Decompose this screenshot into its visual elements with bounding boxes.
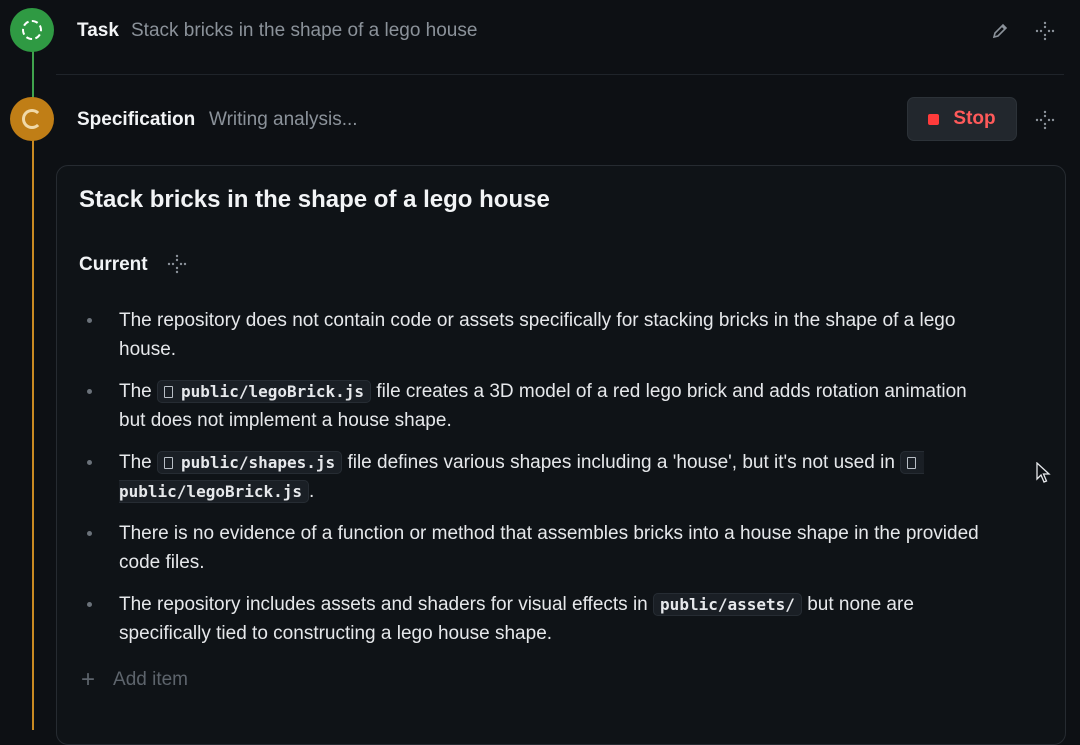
file-path: public/legoBrick.js	[181, 382, 365, 401]
task-complete-icon	[10, 8, 54, 52]
drag-handle-icon[interactable]	[1033, 19, 1057, 43]
current-items-list: The repository does not contain code or …	[79, 306, 979, 661]
task-label: Task	[77, 20, 119, 41]
spec-status: Writing analysis...	[209, 109, 358, 130]
stop-icon	[928, 113, 940, 125]
spec-in-progress-icon	[10, 97, 54, 141]
stop-label: Stop	[953, 108, 996, 129]
item-text: The repository does not contain code or …	[119, 310, 956, 360]
file-reference[interactable]: public/shapes.js	[157, 451, 343, 474]
bullet	[87, 531, 92, 536]
drag-handle-icon[interactable]	[1033, 108, 1057, 132]
file-path: public/shapes.js	[181, 453, 336, 472]
file-path: public/legoBrick.js	[119, 482, 303, 501]
item-text: .	[309, 481, 315, 502]
add-item-button[interactable]: + Add item	[81, 666, 188, 694]
pencil-icon[interactable]	[988, 19, 1012, 43]
spec-label: Specification	[77, 109, 196, 130]
item-text: There is no evidence of a function or me…	[119, 523, 979, 573]
item-text: The	[119, 452, 152, 473]
list-item[interactable]: There is no evidence of a function or me…	[79, 519, 979, 577]
file-icon	[164, 386, 174, 398]
item-text: file defines various shapes including a …	[347, 452, 895, 473]
section-label-current: Current	[79, 254, 148, 275]
list-item[interactable]: The public/shapes.js file defines variou…	[79, 448, 979, 506]
divider	[56, 74, 1064, 75]
file-icon	[164, 457, 174, 469]
file-icon	[907, 457, 917, 469]
file-reference[interactable]: public/legoBrick.js	[157, 380, 372, 403]
item-text: The	[119, 381, 152, 402]
list-item[interactable]: The public/legoBrick.js file creates a 3…	[79, 377, 979, 435]
list-item[interactable]: The repository includes assets and shade…	[79, 590, 979, 648]
item-text: The repository includes assets and shade…	[119, 594, 648, 615]
stop-button[interactable]: Stop	[907, 97, 1017, 141]
bullet	[87, 318, 92, 323]
card-title: Stack bricks in the shape of a lego hous…	[79, 186, 550, 213]
drag-handle-icon[interactable]	[165, 252, 189, 276]
task-description[interactable]: Stack bricks in the shape of a lego hous…	[131, 20, 477, 42]
code-path: public/assets/	[653, 593, 802, 616]
list-item[interactable]: The repository does not contain code or …	[79, 306, 979, 364]
bullet	[87, 389, 92, 394]
specification-card: Stack bricks in the shape of a lego hous…	[56, 165, 1066, 745]
add-item-label: Add item	[113, 669, 188, 690]
plus-icon: +	[81, 666, 96, 693]
mouse-cursor-icon	[1036, 462, 1051, 483]
bullet	[87, 460, 92, 465]
bullet	[87, 602, 92, 607]
